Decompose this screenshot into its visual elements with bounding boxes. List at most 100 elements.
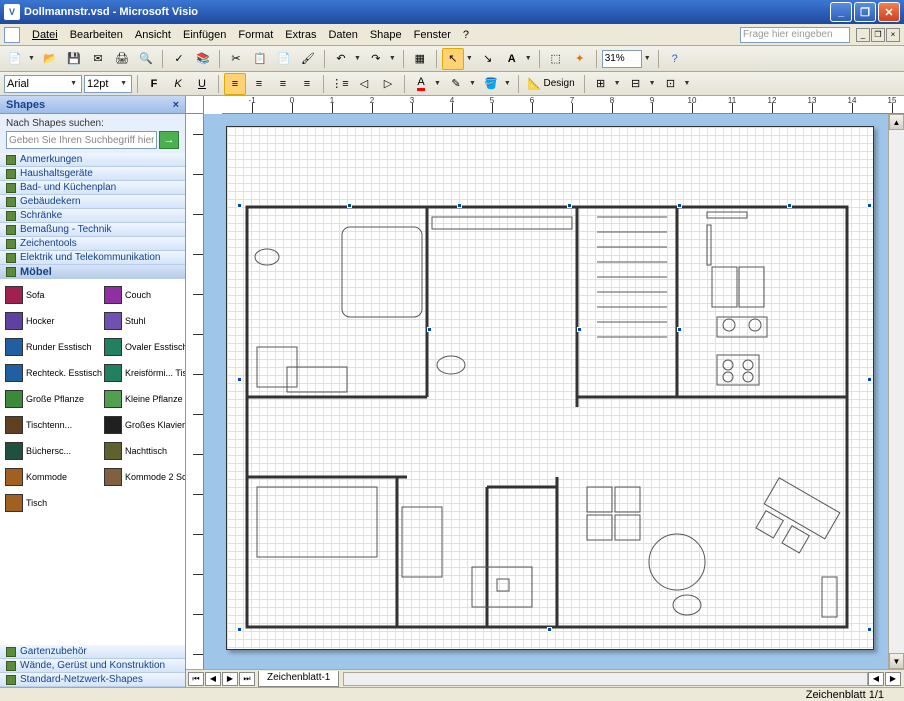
- connector-tool-button[interactable]: ↘: [477, 48, 499, 70]
- selection-handle[interactable]: [347, 203, 352, 208]
- spelling-button[interactable]: ✓: [168, 48, 190, 70]
- tab-last-button[interactable]: ⏭: [239, 672, 255, 686]
- doc-close[interactable]: ×: [886, 28, 900, 42]
- close-button[interactable]: ✕: [878, 2, 900, 22]
- shape-stencil-item[interactable]: Kleine Pflanze: [103, 387, 185, 411]
- undo-dropdown[interactable]: ▼: [352, 55, 363, 62]
- fill-color-dropdown[interactable]: ▼: [502, 80, 513, 87]
- open-button[interactable]: 📂: [39, 48, 61, 70]
- shape-stencil-item[interactable]: Nachttisch: [103, 439, 185, 463]
- shape-stencil-item[interactable]: Großes Klavier: [103, 413, 185, 437]
- tab-next-button[interactable]: ▶: [222, 672, 238, 686]
- align-justify-button[interactable]: ≡: [296, 73, 318, 95]
- selection-handle[interactable]: [677, 327, 682, 332]
- shape-stencil-item[interactable]: Große Pflanze: [4, 387, 103, 411]
- menu-help[interactable]: ?: [457, 27, 475, 43]
- stencil-item[interactable]: Bad- und Küchenplan: [0, 181, 185, 195]
- stencil-item[interactable]: Schränke: [0, 209, 185, 223]
- selection-handle[interactable]: [677, 203, 682, 208]
- menu-format[interactable]: Format: [232, 27, 279, 43]
- text-dropdown[interactable]: ▼: [523, 55, 534, 62]
- stencil-item[interactable]: Standard-Netzwerk-Shapes: [0, 673, 185, 687]
- selection-handle[interactable]: [867, 203, 872, 208]
- selection-handle[interactable]: [787, 203, 792, 208]
- menu-bearbeiten[interactable]: Bearbeiten: [64, 27, 129, 43]
- selection-handle[interactable]: [567, 203, 572, 208]
- maximize-button[interactable]: ❐: [854, 2, 876, 22]
- new-button[interactable]: 📄: [4, 48, 26, 70]
- bold-button[interactable]: F: [143, 73, 165, 95]
- selection-handle[interactable]: [237, 203, 242, 208]
- shape-stencil-item[interactable]: Tischtenn...: [4, 413, 103, 437]
- shape-stencil-item[interactable]: Kreisförmi... Tisch: [103, 361, 185, 385]
- tab-first-button[interactable]: ⏮: [188, 672, 204, 686]
- cut-button[interactable]: ✂: [225, 48, 247, 70]
- doc-restore[interactable]: ❐: [871, 28, 885, 42]
- selection-handle[interactable]: [237, 627, 242, 632]
- zoom-dropdown[interactable]: ▼: [642, 55, 653, 62]
- align-shapes-button[interactable]: ⊞: [590, 73, 612, 95]
- scroll-left-button[interactable]: ◀: [868, 672, 884, 686]
- stencil-item[interactable]: Bemaßung - Technik: [0, 223, 185, 237]
- shapes-window-button[interactable]: ▦: [409, 48, 431, 70]
- scroll-down-button[interactable]: ▼: [889, 653, 904, 669]
- menu-shape[interactable]: Shape: [364, 27, 408, 43]
- selection-handle[interactable]: [547, 627, 552, 632]
- scroll-up-button[interactable]: ▲: [889, 114, 904, 130]
- text-tool-button[interactable]: A: [501, 48, 523, 70]
- print-preview-button[interactable]: 🔍: [135, 48, 157, 70]
- align-center-button[interactable]: ≡: [248, 73, 270, 95]
- align-left-button[interactable]: ≡: [224, 73, 246, 95]
- menu-fenster[interactable]: Fenster: [408, 27, 457, 43]
- shape-stencil-item[interactable]: Sofa: [4, 283, 103, 307]
- align-right-button[interactable]: ≡: [272, 73, 294, 95]
- stencil-item[interactable]: Wände, Gerüst und Konstruktion: [0, 659, 185, 673]
- line-color-dropdown[interactable]: ▼: [467, 80, 478, 87]
- horizontal-scrollbar[interactable]: [343, 672, 868, 686]
- shape-stencil-item[interactable]: Runder Esstisch: [4, 335, 103, 359]
- menu-daten[interactable]: Daten: [322, 27, 363, 43]
- format-painter-button[interactable]: 🖌: [297, 48, 319, 70]
- italic-button[interactable]: K: [167, 73, 189, 95]
- shape-stencil-item[interactable]: Tisch: [4, 491, 103, 515]
- shape-stencil-item[interactable]: Kommode 2 Schubl.: [103, 465, 185, 489]
- shape-stencil-item[interactable]: Rechteck. Esstisch: [4, 361, 103, 385]
- horizontal-ruler[interactable]: -1012345678910111213141516: [222, 96, 904, 114]
- connect-shapes-button[interactable]: ⊡: [660, 73, 682, 95]
- stencil-item[interactable]: Gartenzubehör: [0, 645, 185, 659]
- connection-point-button[interactable]: ⬚: [545, 48, 567, 70]
- shapes-search-input[interactable]: [6, 131, 157, 149]
- selection-handle[interactable]: [867, 627, 872, 632]
- doc-minimize[interactable]: _: [856, 28, 870, 42]
- selection-handle[interactable]: [867, 377, 872, 382]
- page-tab-1[interactable]: Zeichenblatt-1: [258, 671, 339, 687]
- selection-handle[interactable]: [427, 327, 432, 332]
- vertical-scrollbar[interactable]: ▲ ▼: [888, 114, 904, 669]
- redo-dropdown[interactable]: ▼: [387, 55, 398, 62]
- pointer-dropdown[interactable]: ▼: [464, 55, 475, 62]
- stencil-item[interactable]: Gebäudekern: [0, 195, 185, 209]
- help-button[interactable]: ?: [664, 48, 686, 70]
- shape-stencil-item[interactable]: Couch: [103, 283, 185, 307]
- redo-button[interactable]: ↷: [365, 48, 387, 70]
- vertical-ruler[interactable]: [186, 114, 204, 669]
- selection-handle[interactable]: [237, 377, 242, 382]
- shapes-close-icon[interactable]: ×: [173, 99, 179, 111]
- menu-einfuegen[interactable]: Einfügen: [177, 27, 232, 43]
- underline-button[interactable]: U: [191, 73, 213, 95]
- email-button[interactable]: ✉: [87, 48, 109, 70]
- font-color-dropdown[interactable]: ▼: [432, 80, 443, 87]
- selection-handle[interactable]: [577, 327, 582, 332]
- font-size-select[interactable]: 12pt▼: [84, 75, 132, 93]
- drawing-page[interactable]: [226, 126, 874, 650]
- menu-ansicht[interactable]: Ansicht: [129, 27, 177, 43]
- stencil-active[interactable]: Möbel: [0, 265, 185, 279]
- selection-handle[interactable]: [457, 203, 462, 208]
- shape-stencil-item[interactable]: Stuhl: [103, 309, 185, 333]
- shapes-search-go-button[interactable]: →: [159, 131, 179, 149]
- shape-stencil-item[interactable]: Kommode: [4, 465, 103, 489]
- menu-datei[interactable]: Datei: [26, 27, 64, 43]
- new-dropdown[interactable]: ▼: [26, 55, 37, 62]
- stencil-button[interactable]: ✦: [569, 48, 591, 70]
- scroll-right-button[interactable]: ▶: [885, 672, 901, 686]
